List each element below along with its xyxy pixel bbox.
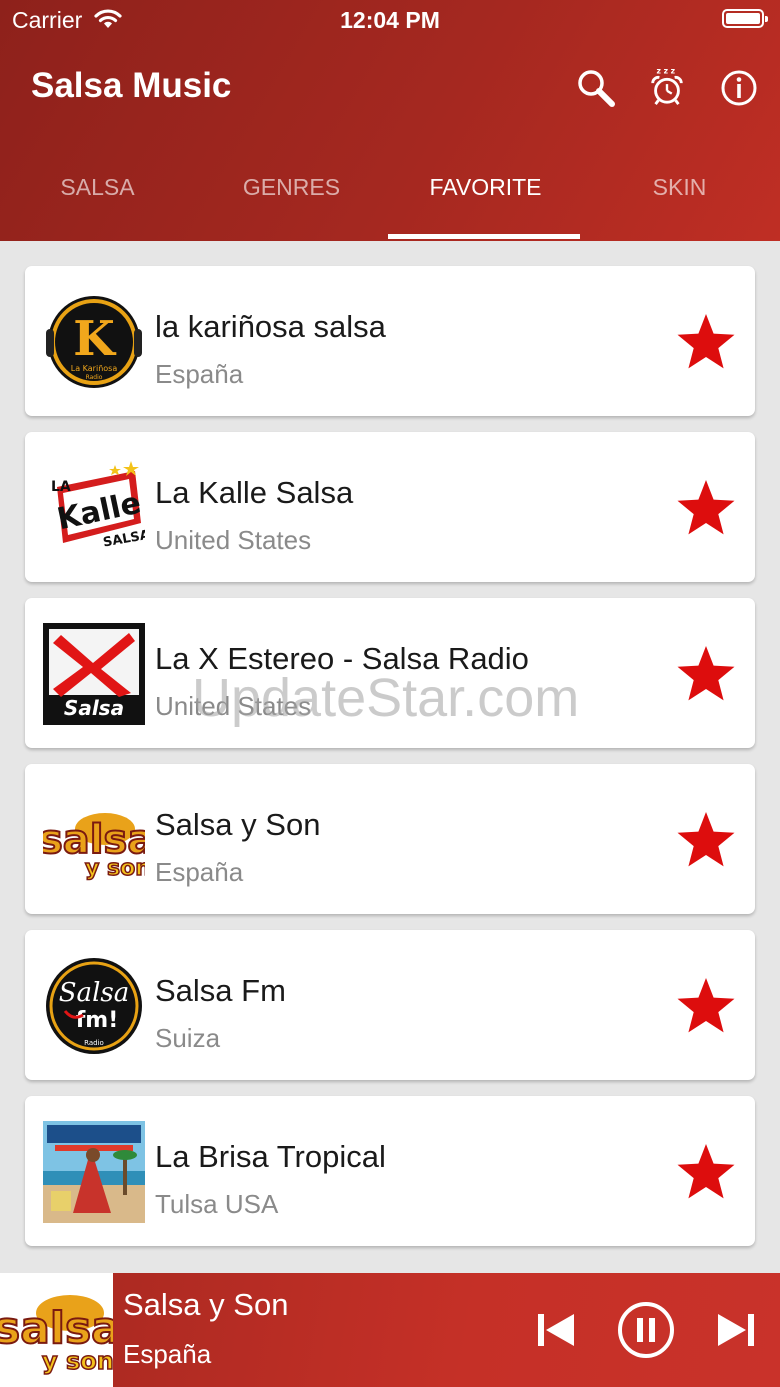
station-name: Salsa Fm	[155, 973, 286, 1008]
favorite-star-icon[interactable]	[675, 809, 737, 871]
station-name: La X Estereo - Salsa Radio	[155, 641, 529, 676]
tab-bar: SALSA GENRES FAVORITE SKIN	[0, 150, 780, 241]
status-bar: Carrier 12:04 PM	[0, 0, 780, 40]
pause-icon[interactable]	[616, 1300, 676, 1360]
svg-text:Salsa: Salsa	[59, 978, 129, 1008]
now-playing-title: Salsa y Son	[123, 1287, 289, 1322]
station-country: Tulsa USA	[155, 1189, 279, 1219]
svg-text:Salsa: Salsa	[64, 696, 124, 720]
now-playing-country: España	[123, 1339, 212, 1369]
station-card[interactable]: Salsa La X Estereo - Salsa Radio United …	[25, 598, 755, 748]
la-kalle-salsa-logo: Kalle LA SALSA	[43, 457, 145, 559]
favorite-star-icon[interactable]	[675, 311, 737, 373]
station-country: Suiza	[155, 1023, 221, 1053]
svg-text:y son: y son	[42, 1347, 113, 1375]
tab-skin[interactable]: SKIN	[582, 150, 777, 241]
station-name: Salsa y Son	[155, 807, 321, 842]
salsa-y-son-logo: salsa y son	[43, 789, 145, 891]
next-icon[interactable]	[706, 1300, 766, 1360]
status-time: 12:04 PM	[340, 7, 440, 33]
la-karinosa-radio-logo: K La Kariñosa Radio	[46, 296, 142, 388]
station-country: España	[155, 857, 244, 887]
station-name: la kariñosa salsa	[155, 309, 386, 344]
favorite-star-icon[interactable]	[675, 975, 737, 1037]
tab-favorite[interactable]: FAVORITE	[388, 150, 583, 241]
station-country: United States	[155, 525, 312, 555]
svg-text:K: K	[73, 311, 117, 367]
salsa-fm-radio-logo: Salsa fm! Radio	[46, 958, 142, 1054]
station-card[interactable]: salsa y son Salsa y Son España	[25, 764, 755, 914]
station-card[interactable]: Salsa fm! Radio Salsa Fm Suiza	[25, 930, 755, 1080]
x-salsa-logo: Salsa	[43, 623, 145, 725]
station-name: La Kalle Salsa	[155, 475, 354, 510]
svg-text:Radio: Radio	[84, 1039, 104, 1047]
svg-text:z z z: z z z	[657, 67, 676, 76]
svg-text:LA: LA	[51, 479, 71, 495]
tab-salsa[interactable]: SALSA	[0, 150, 195, 241]
favorite-star-icon[interactable]	[675, 477, 737, 539]
svg-text:Radio: Radio	[86, 374, 103, 381]
now-playing-bar[interactable]: salsa y son Salsa y Son España	[0, 1273, 780, 1387]
sleep-timer-icon[interactable]: z z z	[647, 66, 687, 106]
favorite-star-icon[interactable]	[675, 1141, 737, 1203]
now-playing-artwork: salsa y son	[0, 1273, 113, 1387]
la-brisa-tropical-logo	[43, 1121, 145, 1223]
station-name: La Brisa Tropical	[155, 1139, 386, 1174]
svg-text:La Kariñosa: La Kariñosa	[71, 364, 118, 373]
station-card[interactable]: Kalle LA SALSA La Kalle Salsa United Sta…	[25, 432, 755, 582]
app-header: Carrier 12:04 PM Salsa Music z z z SALSA…	[0, 0, 780, 241]
station-country: United States	[155, 691, 312, 721]
previous-icon[interactable]	[528, 1300, 588, 1360]
search-icon[interactable]	[576, 68, 616, 108]
svg-text:fm!: fm!	[76, 1008, 119, 1033]
tab-genres[interactable]: GENRES	[194, 150, 389, 241]
app-title: Salsa Music	[31, 66, 232, 105]
battery-icon	[722, 9, 768, 28]
station-card[interactable]: La Brisa Tropical Tulsa USA	[25, 1096, 755, 1246]
favorite-star-icon[interactable]	[675, 643, 737, 705]
svg-text:y son: y son	[85, 856, 145, 881]
station-card[interactable]: K La Kariñosa Radio la kariñosa salsa Es…	[25, 266, 755, 416]
station-country: España	[155, 359, 244, 389]
info-icon[interactable]	[719, 68, 759, 108]
active-tab-indicator	[388, 234, 580, 239]
